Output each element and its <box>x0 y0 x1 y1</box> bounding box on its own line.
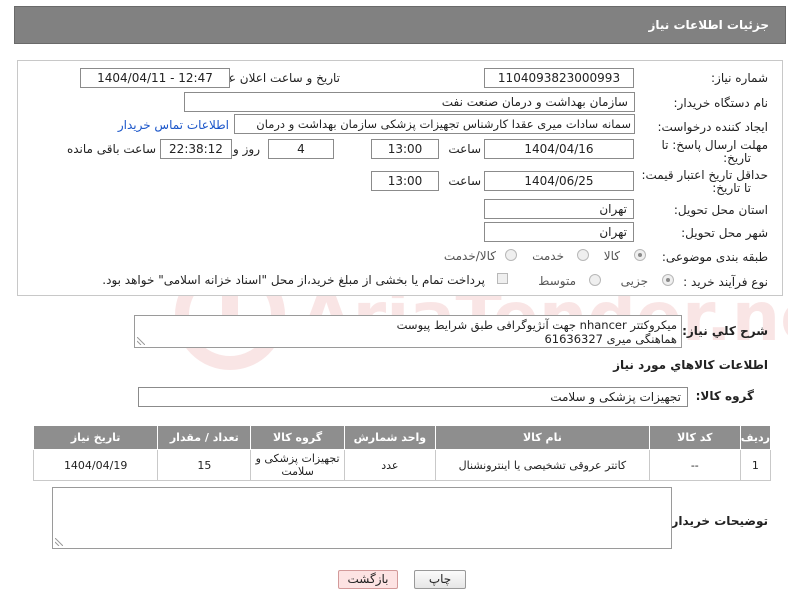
days-label: روز و <box>233 142 260 156</box>
goods-section-title: اطلاعات كالاهاي مورد نياز <box>613 358 768 372</box>
category-goods-label: کالا <box>603 249 620 263</box>
category-service-radio[interactable] <box>577 249 589 261</box>
announce-datetime-field: 1404/04/11 - 12:47 <box>80 68 230 88</box>
category-goods-service-radio[interactable] <box>505 249 517 261</box>
col-unit: واحد شمارش <box>343 425 437 450</box>
buyer-notes-textarea[interactable] <box>52 487 672 549</box>
page-title: جزئیات اطلاعات نیاز <box>648 18 769 32</box>
purchase-medium-radio[interactable] <box>589 274 601 286</box>
category-goods-service-label: کالا/خدمت <box>443 249 496 263</box>
delivery-province-label: استان محل تحویل: <box>673 203 768 217</box>
time-remaining-label: ساعت باقی مانده <box>66 142 156 156</box>
delivery-city-label: شهر محل تحویل: <box>681 226 768 240</box>
time-remaining-field: 22:38:12 <box>160 139 232 159</box>
days-remaining-field: 4 <box>268 139 334 159</box>
goods-name-cell: کاتتر عروقی تشخیصی یا اینترونشنال <box>435 449 650 481</box>
goods-code-cell: -- <box>648 449 741 481</box>
reply-time-field: 13:00 <box>371 139 439 159</box>
page-header: جزئیات اطلاعات نیاز <box>14 6 786 44</box>
price-validity-time-label: ساعت <box>448 174 481 188</box>
purchase-minor-radio[interactable] <box>662 274 674 286</box>
goods-group-field: تجهیزات پزشکی و سلامت <box>138 387 688 407</box>
category-goods-radio[interactable] <box>634 249 646 261</box>
category-service-label: خدمت <box>532 249 564 263</box>
quantity-cell: 15 <box>157 449 252 481</box>
requester-label: ایجاد کننده درخواست: <box>657 120 768 134</box>
resize-grip-icon[interactable] <box>55 538 63 546</box>
price-validity-date-field: 1404/06/25 <box>484 171 634 191</box>
description-label: شرح كلي نياز: <box>682 324 768 338</box>
col-goods-name: نام کالا <box>435 425 650 450</box>
unit-cell: عدد <box>343 449 437 481</box>
price-validity-label: حداقل تاریخ اعتبار قیمت: <box>641 168 768 182</box>
buyer-notes-label: توضیحات خریدار: <box>666 514 768 528</box>
requester-field: سمانه سادات میری عقدا کارشناس تجهیزات پز… <box>234 114 635 134</box>
col-quantity: تعداد / مقدار <box>157 425 252 450</box>
col-goods-code: کد کالا <box>648 425 741 450</box>
back-button[interactable]: بازگشت <box>338 570 398 589</box>
buyer-org-label: نام دستگاه خریدار: <box>673 96 769 110</box>
delivery-city-field: تهران <box>484 222 634 242</box>
price-validity-label-2: تا تاریخ: <box>712 181 751 195</box>
delivery-province-field: تهران <box>484 199 634 219</box>
description-line-1: میکروکتتر nhancer جهت آنژیوگرافی طبق شرا… <box>396 318 677 332</box>
reply-time-label: ساعت <box>448 142 481 156</box>
purchase-medium-label: متوسط <box>538 274 576 288</box>
goods-group-label: گروه کالا: <box>695 389 754 403</box>
goods-table-header: ردیف کد کالا نام کالا واحد شمارش گروه کا… <box>32 425 772 450</box>
treasury-payment-note: پرداخت تمام یا بخشی از مبلغ خرید،از محل … <box>102 273 485 287</box>
price-validity-time-field: 13:00 <box>371 171 439 191</box>
reply-date-field: 1404/04/16 <box>484 139 634 159</box>
buyer-org-field: سازمان بهداشت و درمان صنعت نفت <box>184 92 635 112</box>
row-number-cell: 1 <box>739 449 772 481</box>
description-line-2: هماهنگی میری 61636327 <box>544 332 677 346</box>
treasury-payment-checkbox[interactable] <box>497 273 508 284</box>
table-row: 1 -- کاتتر عروقی تشخیصی یا اینترونشنال ع… <box>32 449 772 481</box>
need-number-label: شماره نیاز: <box>711 71 768 85</box>
category-label: طبقه بندی موضوعی: <box>661 250 768 264</box>
goods-table: ردیف کد کالا نام کالا واحد شمارش گروه کا… <box>32 425 772 481</box>
purchase-type-label: نوع فرآیند خرید : <box>683 275 768 289</box>
reply-deadline-label-2: تاریخ: <box>723 151 751 165</box>
print-button[interactable]: چاپ <box>414 570 466 589</box>
need-date-cell: 1404/04/19 <box>32 449 159 481</box>
need-number-field: 1104093823000993 <box>484 68 634 88</box>
resize-grip-icon[interactable] <box>137 337 145 345</box>
goods-group-cell: تجهیزات پزشکی و سلامت <box>250 449 345 481</box>
description-textarea: میکروکتتر nhancer جهت آنژیوگرافی طبق شرا… <box>134 315 682 348</box>
reply-deadline-label: مهلت ارسال پاسخ: تا <box>661 138 768 152</box>
buyer-contact-link[interactable]: اطلاعات تماس خریدار <box>118 118 229 132</box>
col-row-number: ردیف <box>739 425 772 450</box>
col-need-date: تاریخ نیاز <box>32 425 159 450</box>
col-goods-group: گروه کالا <box>250 425 345 450</box>
purchase-minor-label: جزیی <box>620 274 648 288</box>
